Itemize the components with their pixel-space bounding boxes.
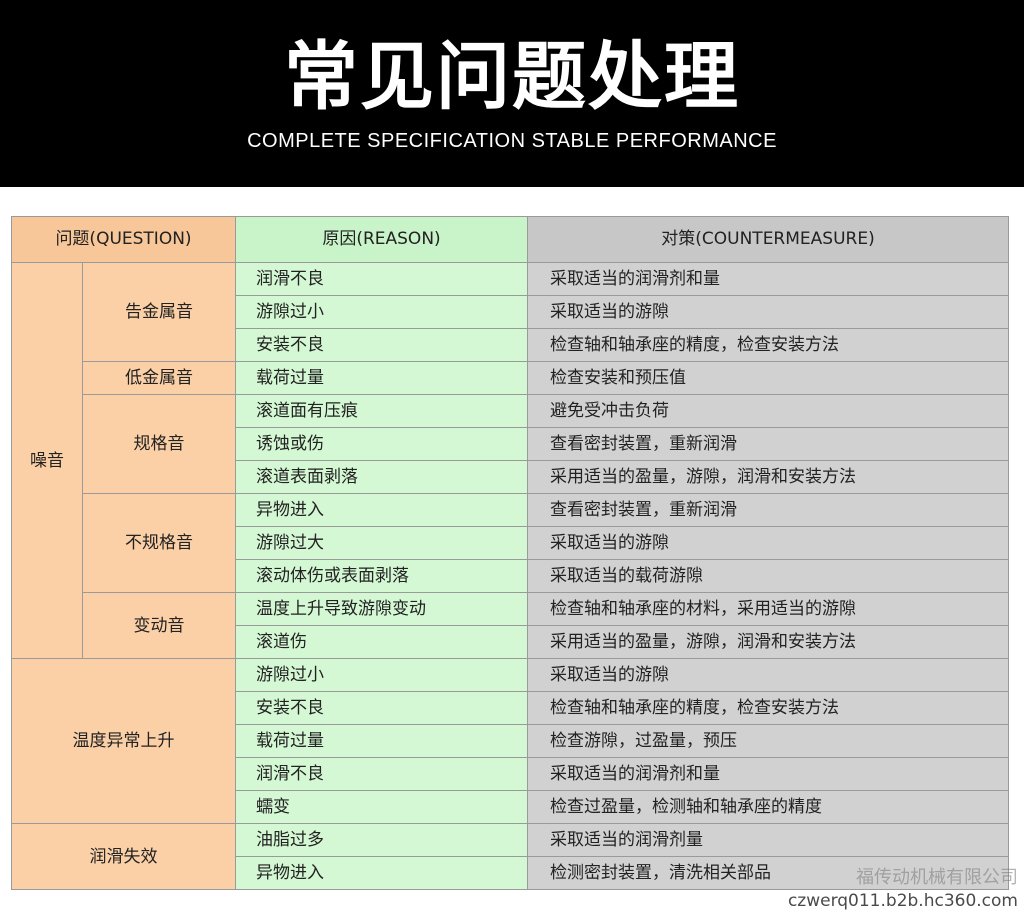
subcategory-cell: 规格音 <box>82 394 236 494</box>
header-reason: 原因(REASON) <box>235 216 528 263</box>
measure-cell: 查看密封装置，重新润滑 <box>527 493 1009 527</box>
table-row: 规格音 滚道面有压痕 避免受冲击负荷 <box>12 394 1009 494</box>
reason-cell: 游隙过大 <box>235 526 528 560</box>
measure-cell: 检查过盈量，检测轴和轴承座的精度 <box>527 790 1009 824</box>
reason-cell: 滚动体伤或表面剥落 <box>235 559 528 593</box>
measure-cell: 检查轴和轴承座的材料，采用适当的游隙 <box>527 592 1009 626</box>
category-lubrication: 润滑失效 <box>11 823 236 890</box>
table-row: 温度异常上升 游隙过小 采取适当的游隙 <box>11 658 1009 824</box>
measure-cell: 采取适当的润滑剂和量 <box>527 262 1009 296</box>
watermark-text: 福传动机械有限公司 <box>856 867 1018 888</box>
reason-cell: 载荷过量 <box>235 724 528 758</box>
table-row: 不规格音 异物进入 查看密封装置，重新润滑 <box>12 493 1009 593</box>
reason-cell: 滚道伤 <box>235 625 528 659</box>
reason-cell: 安装不良 <box>235 328 528 362</box>
reason-cell: 异物进入 <box>235 493 528 527</box>
measure-cell: 检查轴和轴承座的精度，检查安装方法 <box>527 691 1009 725</box>
reason-cell: 润滑不良 <box>235 757 528 791</box>
measure-cell: 采取适当的润滑剂和量 <box>527 757 1009 791</box>
table-row: 噪音 告金属音 润滑不良 采取适当的润滑剂和量 <box>11 262 1009 659</box>
measure-cell: 采用适当的盈量，游隙，润滑和安装方法 <box>527 625 1009 659</box>
measure-cell: 查看密封装置，重新润滑 <box>527 427 1009 461</box>
subcategory-cell: 低金属音 <box>82 361 236 395</box>
reason-cell: 温度上升导致游隙变动 <box>235 592 528 626</box>
category-temperature: 温度异常上升 <box>11 658 236 824</box>
troubleshooting-table: 问题(QUESTION) 原因(REASON) 对策(COUNTERMEASUR… <box>11 216 1009 890</box>
subcategory-cell: 不规格音 <box>82 493 236 593</box>
measure-cell: 采取适当的游隙 <box>527 526 1009 560</box>
reason-cell: 蠕变 <box>235 790 528 824</box>
page-title: 常见问题处理 <box>284 34 740 120</box>
header-banner: 常见问题处理 COMPLETE SPECIFICATION STABLE PER… <box>0 0 1024 187</box>
category-noise: 噪音 <box>11 262 83 659</box>
table-row: 润滑失效 油脂过多 采取适当的润滑剂量 <box>11 823 1009 890</box>
subcategory-cell: 变动音 <box>82 592 236 659</box>
site-url: czwerq011.b2b.hc360.com <box>787 891 1018 911</box>
reason-cell: 油脂过多 <box>235 823 528 857</box>
reason-cell: 诱蚀或伤 <box>235 427 528 461</box>
reason-cell: 载荷过量 <box>235 361 528 395</box>
measure-cell: 采取适当的载荷游隙 <box>527 559 1009 593</box>
subcategory-cell: 告金属音 <box>82 262 236 362</box>
measure-cell: 采取适当的润滑剂量 <box>527 823 1009 857</box>
reason-cell: 滚道表面剥落 <box>235 460 528 494</box>
measure-cell: 检查安装和预压值 <box>527 361 1009 395</box>
measure-cell: 采取适当的游隙 <box>527 295 1009 329</box>
reason-cell: 游隙过小 <box>235 658 528 692</box>
reason-cell: 游隙过小 <box>235 295 528 329</box>
table-header-row: 问题(QUESTION) 原因(REASON) 对策(COUNTERMEASUR… <box>11 216 1009 263</box>
page-subtitle: COMPLETE SPECIFICATION STABLE PERFORMANC… <box>247 130 777 152</box>
table-row: 变动音 温度上升导致游隙变动 检查轴和轴承座的材料，采用适当的游隙 <box>12 592 1009 659</box>
measure-cell: 采取适当的游隙 <box>527 658 1009 692</box>
header-countermeasure: 对策(COUNTERMEASURE) <box>527 216 1009 263</box>
reason-cell: 安装不良 <box>235 691 528 725</box>
measure-cell: 采用适当的盈量，游隙，润滑和安装方法 <box>527 460 1009 494</box>
reason-cell: 润滑不良 <box>235 262 528 296</box>
measure-cell: 检查游隙，过盈量，预压 <box>527 724 1009 758</box>
measure-cell: 避免受冲击负荷 <box>527 394 1009 428</box>
reason-cell: 异物进入 <box>235 856 528 890</box>
table-row: 低金属音 载荷过量 检查安装和预压值 <box>12 361 1009 395</box>
reason-cell: 滚道面有压痕 <box>235 394 528 428</box>
header-question: 问题(QUESTION) <box>11 216 236 263</box>
measure-cell: 检查轴和轴承座的精度，检查安装方法 <box>527 328 1009 362</box>
